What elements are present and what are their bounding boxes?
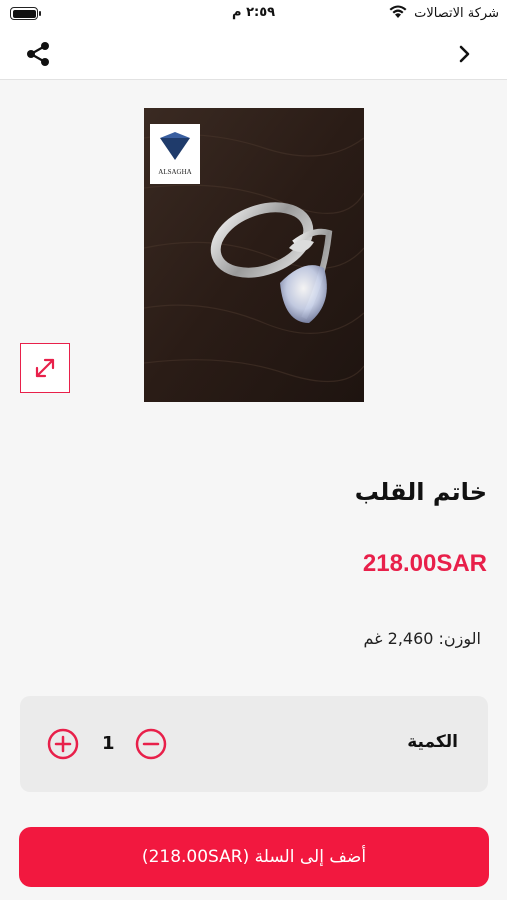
- add-to-cart-label: أضف إلى السلة (218.00SAR): [141, 847, 367, 867]
- carrier-name: شركة الاتصالات: [414, 6, 499, 21]
- add-to-cart-button[interactable]: أضف إلى السلة (218.00SAR): [19, 827, 489, 887]
- battery-icon: [10, 7, 41, 20]
- top-navbar: [0, 28, 507, 80]
- product-title: خاتم القلب: [354, 478, 487, 506]
- expand-icon: [35, 358, 55, 378]
- product-weight: الوزن: 2,460 غم: [363, 629, 481, 648]
- wifi-icon: [389, 5, 407, 18]
- quantity-card: 1 الكمية: [20, 696, 488, 792]
- minus-circle-icon[interactable]: [135, 728, 167, 760]
- plus-circle-icon[interactable]: [47, 728, 79, 760]
- brand-logo-text: ALSAGHA: [158, 168, 191, 176]
- status-time: ٢:٥٩ م: [232, 5, 276, 20]
- expand-image-button[interactable]: [20, 343, 70, 393]
- chevron-right-icon[interactable]: [457, 42, 473, 66]
- status-bar: ٢:٥٩ م شركة الاتصالات: [0, 0, 507, 28]
- product-price: 218.00SAR: [362, 550, 487, 577]
- quantity-label: الكمية: [407, 732, 458, 752]
- product-image[interactable]: ALSAGHA: [144, 108, 364, 402]
- share-icon[interactable]: [24, 40, 52, 68]
- quantity-value: 1: [102, 733, 115, 754]
